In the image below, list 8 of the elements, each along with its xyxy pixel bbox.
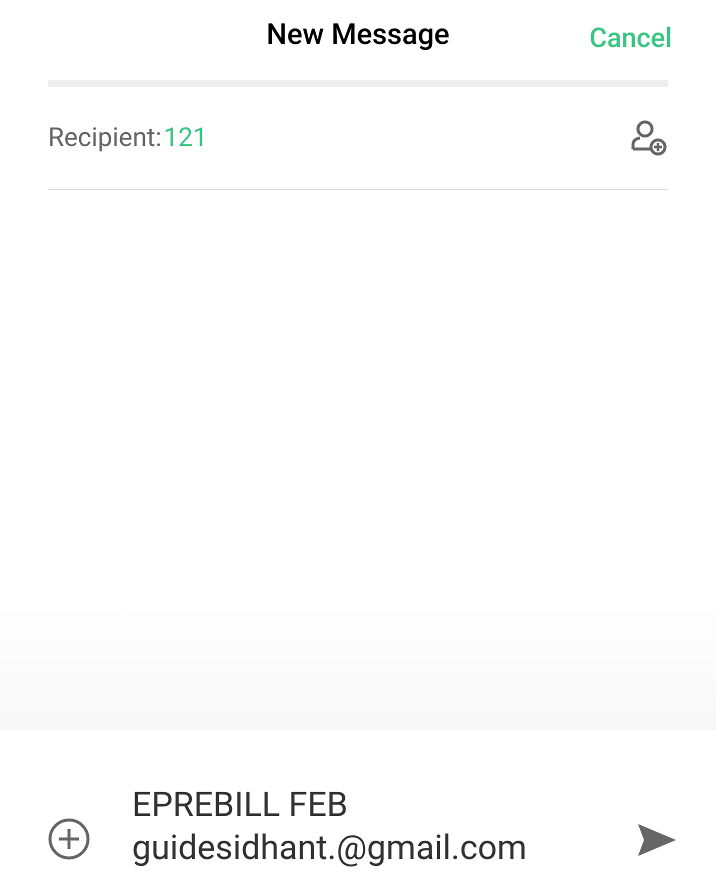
recipient-label: Recipient:: [48, 122, 162, 154]
add-icon[interactable]: [48, 818, 90, 860]
recipient-field[interactable]: 121: [164, 118, 630, 158]
message-field[interactable]: EPREBILL FEB guidesidhant.@gmail.com: [132, 784, 636, 870]
send-icon[interactable]: [636, 822, 676, 858]
cancel-button[interactable]: Cancel: [589, 18, 672, 58]
screen-title: New Message: [266, 17, 450, 54]
add-contact-icon[interactable]: [630, 119, 668, 157]
